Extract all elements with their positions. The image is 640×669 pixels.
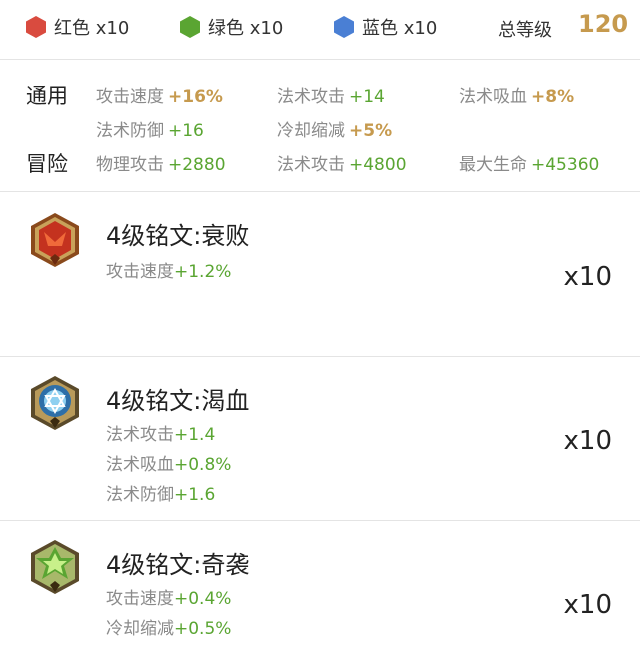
rune-row-decay[interactable]: 4级铭文:衰败 攻击速度+1.2% x10	[0, 192, 640, 356]
rune-title: 4级铭文:奇袭	[106, 551, 250, 579]
stat-value: +0.5%	[174, 619, 232, 639]
stat-name: 物理攻击	[96, 155, 164, 175]
rune-title: 4级铭文:渴血	[106, 387, 250, 415]
stats-summary: 通用 冒险 攻击速度 +16% 法术攻击 +14 法术吸血 +8% 法术防御 +16 冷…	[0, 60, 640, 190]
rune-stat-magic-attack: 法术攻击+1.4	[106, 420, 215, 445]
stat-name: 法术防御	[96, 121, 164, 141]
red-rune-icon	[31, 213, 79, 267]
total-level-label: 总等级	[498, 20, 552, 41]
stat-name: 法术攻击	[277, 155, 345, 175]
stat-name: 攻击速度	[106, 589, 174, 609]
stat-value: +1.4	[174, 425, 216, 445]
stat-name: 攻击速度	[96, 87, 164, 107]
rune-stat-attack-speed: 攻击速度+0.4%	[106, 584, 231, 609]
green-count-label: 绿色 x10	[208, 18, 284, 39]
stat-name: 法术防御	[106, 485, 174, 505]
stat-value: +45360	[531, 155, 600, 175]
red-count-label: 红色 x10	[54, 18, 130, 39]
red-rune-count: 红色 x10	[26, 14, 129, 40]
rune-stat-cooldown-reduction: 冷却缩减+0.5%	[106, 614, 231, 639]
stat-value: +16%	[168, 87, 223, 107]
stat-name: 攻击速度	[106, 262, 174, 282]
general-stat-magic-defense: 法术防御 +16	[96, 116, 204, 141]
stat-name: 冷却缩减	[277, 121, 345, 141]
general-stat-magic-attack: 法术攻击 +14	[277, 82, 385, 107]
general-stat-attack-speed: 攻击速度 +16%	[96, 82, 223, 107]
stat-value: +16	[168, 121, 204, 141]
rune-summary-header: 红色 x10 绿色 x10 蓝色 x10 总等级 120	[0, 0, 640, 54]
stat-name: 法术攻击	[277, 87, 345, 107]
rune-row-ambush[interactable]: 4级铭文:奇袭 攻击速度+0.4% 冷却缩减+0.5% x10	[0, 521, 640, 669]
stat-value: +1.6	[174, 485, 216, 505]
stat-name: 最大生命	[459, 155, 527, 175]
blue-hexagon-icon	[334, 16, 354, 38]
adventure-stat-magic-attack: 法术攻击 +4800	[277, 150, 407, 175]
blue-count-label: 蓝色 x10	[362, 18, 438, 39]
rune-stat-magic-lifesteal: 法术吸血+0.8%	[106, 450, 231, 475]
rune-stat-attack-speed: 攻击速度+1.2%	[106, 257, 231, 282]
adventure-stat-physical-attack: 物理攻击 +2880	[96, 150, 226, 175]
stat-name: 法术吸血	[459, 87, 527, 107]
stat-value: +0.8%	[174, 455, 232, 475]
stat-value: +2880	[168, 155, 226, 175]
stat-name: 法术吸血	[106, 455, 174, 475]
rune-count: x10	[563, 426, 612, 456]
stat-value: +0.4%	[174, 589, 232, 609]
general-stat-cooldown-reduction: 冷却缩减 +5%	[277, 116, 392, 141]
rune-title: 4级铭文:衰败	[106, 222, 250, 250]
total-level-value: 120	[578, 10, 629, 38]
rune-count: x10	[563, 262, 612, 292]
general-category-label: 通用	[26, 84, 68, 108]
blue-rune-count: 蓝色 x10	[334, 14, 437, 40]
rune-count: x10	[563, 590, 612, 620]
blue-rune-icon	[31, 376, 79, 430]
adventure-stat-max-health: 最大生命 +45360	[459, 150, 599, 175]
adventure-category-label: 冒险	[26, 152, 68, 176]
green-rune-icon	[31, 540, 79, 594]
red-hexagon-icon	[26, 16, 46, 38]
green-rune-count: 绿色 x10	[180, 14, 283, 40]
stat-value: +8%	[531, 87, 575, 107]
rune-row-bloodlust[interactable]: 4级铭文:渴血 法术攻击+1.4 法术吸血+0.8% 法术防御+1.6 x10	[0, 357, 640, 520]
stat-value: +4800	[349, 155, 407, 175]
stat-name: 冷却缩减	[106, 619, 174, 639]
green-hexagon-icon	[180, 16, 200, 38]
stat-name: 法术攻击	[106, 425, 174, 445]
stat-value: +5%	[349, 121, 393, 141]
stat-value: +14	[349, 87, 385, 107]
stat-value: +1.2%	[174, 262, 232, 282]
rune-stat-magic-defense: 法术防御+1.6	[106, 480, 215, 505]
general-stat-magic-lifesteal: 法术吸血 +8%	[459, 82, 574, 107]
